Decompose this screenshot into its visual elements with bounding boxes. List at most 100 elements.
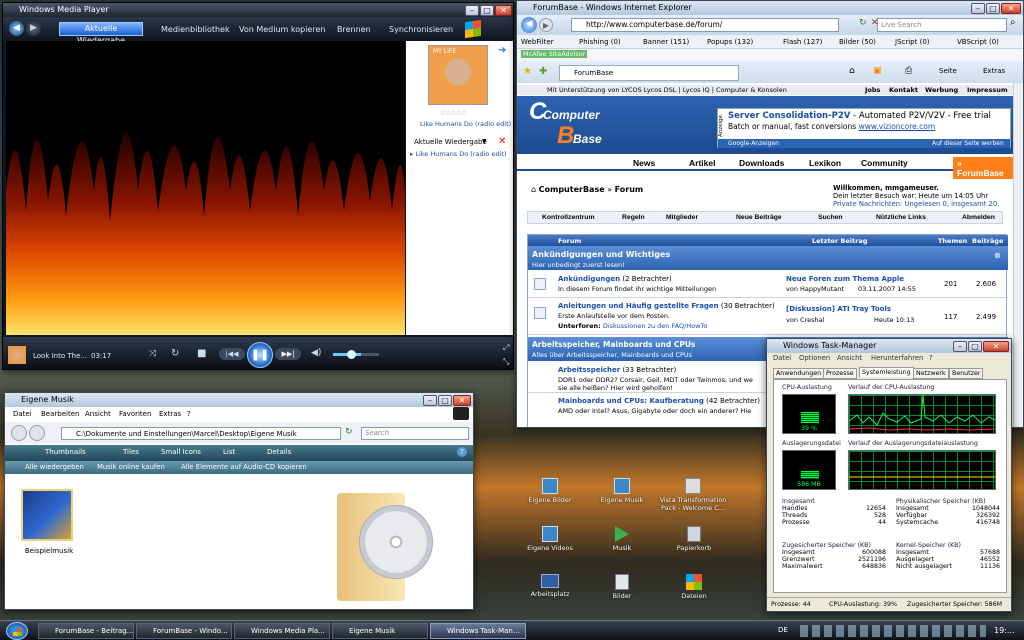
- crumb-cb[interactable]: ComputerBase: [539, 185, 605, 194]
- minimize-button[interactable]: –: [465, 5, 479, 16]
- nav-artikel[interactable]: Artikel: [689, 158, 715, 168]
- link-kontakt[interactable]: Kontakt: [889, 86, 918, 94]
- address-field[interactable]: C:\Dokumente und Einstellungen\Marcel\De…: [61, 427, 341, 440]
- menu-shutdown[interactable]: Herunterfahren: [871, 354, 923, 362]
- nav-lexikon[interactable]: Lexikon: [809, 158, 841, 168]
- maximize-button[interactable]: □: [968, 341, 982, 352]
- last-post-author[interactable]: von Creshal: [786, 316, 824, 324]
- phishing-filter[interactable]: Phishing (0): [579, 38, 621, 46]
- desktop-icon-papierkorb[interactable]: Papierkorb: [666, 526, 722, 552]
- url-field[interactable]: http://www.computerbase.de/forum/: [571, 18, 839, 32]
- back-button[interactable]: [11, 425, 27, 441]
- minimize-button[interactable]: –: [971, 3, 985, 14]
- taskbar-item[interactable]: ForumBase - Beitrag...: [38, 623, 134, 639]
- minimize-button[interactable]: –: [423, 395, 437, 406]
- tm-titlebar[interactable]: Windows Task-Manager – □ ✕: [767, 339, 1011, 353]
- collapse-icon[interactable]: ⊗: [994, 251, 1001, 260]
- menu-new-posts[interactable]: Neue Beiträge: [736, 214, 782, 221]
- refresh-icon[interactable]: ↻: [345, 427, 353, 437]
- taskbar-item[interactable]: ForumBase - Windo...: [136, 623, 232, 639]
- popups-filter[interactable]: Popups (132): [707, 38, 753, 46]
- forum-name[interactable]: Ankündigungen: [558, 275, 620, 283]
- menu-favorites[interactable]: Favoriten: [119, 410, 151, 418]
- stop-button[interactable]: ■: [197, 348, 206, 359]
- add-favorite-icon[interactable]: ✚: [539, 66, 547, 77]
- menu-search[interactable]: Suchen: [818, 214, 843, 221]
- advertise-link[interactable]: Auf dieser Seite werben: [932, 140, 1004, 147]
- tab-processes[interactable]: Prozesse: [823, 368, 857, 379]
- desktop-icon-vista-pack[interactable]: Vista Transformation Pack - Welcome C...: [658, 478, 728, 512]
- images-filter[interactable]: Bilder (50): [839, 38, 876, 46]
- rss-icon[interactable]: ▣: [873, 66, 882, 76]
- link-impressum[interactable]: Impressum: [967, 86, 1008, 94]
- forward-button[interactable]: ▶: [26, 21, 41, 36]
- menu-help[interactable]: ?: [187, 410, 191, 418]
- subforum-link[interactable]: Diskussionen zu den FAQ/HowTo: [603, 322, 707, 330]
- nav-news[interactable]: News: [633, 158, 655, 168]
- close-button[interactable]: ✕: [453, 395, 471, 406]
- rating-stars[interactable]: ☆☆☆☆☆: [440, 109, 467, 117]
- last-post-title[interactable]: [Diskussion] ATI Tray Tools: [786, 305, 891, 313]
- ad-banner[interactable]: Anzeige Server Consolidation-P2V - Autom…: [717, 108, 1011, 148]
- crumb-forum[interactable]: Forum: [615, 185, 644, 194]
- nav-forumbase[interactable]: » ForumBase: [953, 157, 1013, 179]
- view-thumbnails[interactable]: Thumbnails: [45, 448, 86, 456]
- desktop-icon-eigene-bilder[interactable]: Eigene Bilder: [522, 478, 578, 504]
- ad-url[interactable]: www.vizioncore.com: [859, 122, 936, 131]
- last-post-title[interactable]: Neue Foren zum Thema Apple: [786, 275, 904, 283]
- forum-name[interactable]: Mainboards und CPUs: Kaufberatung: [558, 397, 704, 405]
- maximize-button[interactable]: □: [986, 3, 1000, 14]
- playlist-title[interactable]: Aktuelle Wiedergabe: [414, 138, 487, 146]
- volume-knob[interactable]: [347, 350, 356, 359]
- minimize-button[interactable]: –: [953, 341, 967, 352]
- desktop-icon-arbeitsplatz[interactable]: Arbeitsplatz: [522, 574, 578, 598]
- search-field[interactable]: Search: [361, 427, 469, 440]
- menu-extras[interactable]: Extras: [159, 410, 181, 418]
- private-messages-link[interactable]: Private Nachrichten: Ungelesen 0, insges…: [833, 200, 999, 208]
- desktop-icon-musik[interactable]: Musik: [594, 526, 650, 552]
- back-button[interactable]: ◀: [521, 17, 537, 33]
- vbscript-filter[interactable]: VBScript (0): [957, 38, 999, 46]
- section-title[interactable]: Ankündigungen und Wichtiges: [532, 250, 670, 259]
- last-post-author[interactable]: von HappyMutant: [786, 285, 844, 293]
- repeat-icon[interactable]: ↻: [171, 348, 179, 359]
- menu-view[interactable]: Ansicht: [85, 410, 111, 418]
- arrow-right-icon[interactable]: ➜: [498, 45, 506, 56]
- menu-rules[interactable]: Regeln: [622, 214, 645, 221]
- desktop-icon-bilder[interactable]: Bilder: [594, 574, 650, 600]
- close-button[interactable]: ✕: [1001, 3, 1021, 14]
- tab-burn[interactable]: Brennen: [337, 25, 371, 34]
- album-art[interactable]: MY LIFE: [428, 45, 488, 105]
- banner-filter[interactable]: Banner (151): [643, 38, 689, 46]
- close-button[interactable]: ✕: [495, 5, 512, 16]
- taskbar-item[interactable]: Windows Task-Man...: [430, 623, 526, 639]
- maximize-button[interactable]: □: [480, 5, 494, 16]
- extras-menu[interactable]: Extras: [983, 67, 1005, 75]
- menu-file[interactable]: Datei: [13, 410, 32, 418]
- cb-logo[interactable]: C Computer B Base: [529, 100, 621, 150]
- wmp-titlebar[interactable]: Windows Media Player – □ ✕: [3, 3, 513, 17]
- tab-sync[interactable]: Synchronisieren: [389, 25, 453, 34]
- maximize-button[interactable]: □: [438, 395, 452, 406]
- mcafee-button[interactable]: McAfee SiteAdvisor: [521, 50, 588, 58]
- desktop-icon-eigene-videos[interactable]: Eigene Videos: [522, 526, 578, 552]
- tab-network[interactable]: Netzwerk: [913, 368, 949, 379]
- taskbar-item[interactable]: Windows Media Pla...: [234, 623, 330, 639]
- tab-users[interactable]: Benutzer: [949, 368, 984, 379]
- search-input[interactable]: Live Search: [877, 18, 1007, 32]
- menu-logout[interactable]: Abmelden: [962, 214, 995, 221]
- menu-members[interactable]: Mitglieder: [666, 214, 698, 221]
- next-button[interactable]: ▶▶|: [275, 348, 301, 360]
- playlist-item[interactable]: ▸ Like Humans Do (radio edit): [410, 150, 507, 158]
- flash-filter[interactable]: Flash (127): [783, 38, 822, 46]
- start-button[interactable]: [6, 622, 28, 640]
- tab-rip[interactable]: Von Medium kopieren: [239, 25, 325, 34]
- view-details[interactable]: Details: [267, 448, 291, 456]
- nav-community[interactable]: Community: [861, 158, 908, 168]
- language-indicator[interactable]: DE: [778, 626, 788, 634]
- back-button[interactable]: ◀: [9, 21, 24, 36]
- shuffle-icon[interactable]: ⤨: [149, 349, 156, 359]
- menu-file[interactable]: Datei: [773, 354, 791, 362]
- link-werbung[interactable]: Werbung: [925, 86, 958, 94]
- print-icon[interactable]: ⎙: [905, 66, 912, 76]
